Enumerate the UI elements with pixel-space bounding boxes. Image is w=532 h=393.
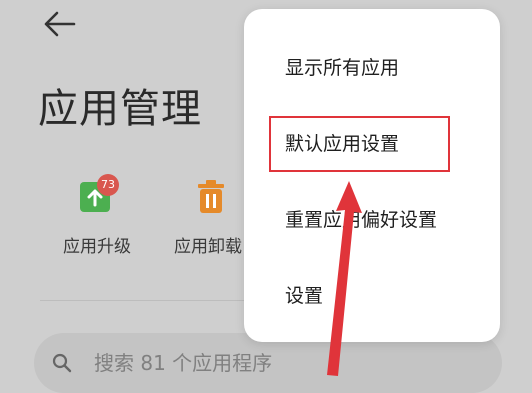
search-input[interactable] [92, 345, 476, 381]
update-count-badge: 73 [97, 174, 119, 196]
upgrade-icon: 73 [72, 172, 122, 222]
menu-item-reset-preferences[interactable]: 重置应用偏好设置 [285, 205, 437, 232]
search-bar[interactable] [34, 333, 502, 393]
trash-icon [186, 172, 236, 222]
highlight-box [269, 116, 450, 172]
search-icon [52, 353, 72, 373]
app-upgrade-button[interactable]: 73 应用升级 [52, 172, 142, 262]
back-arrow-icon[interactable] [40, 8, 80, 40]
page-title: 应用管理 [38, 86, 202, 132]
menu-item-show-all-apps[interactable]: 显示所有应用 [285, 53, 399, 80]
app-uninstall-button[interactable]: 应用卸载 [166, 172, 256, 262]
app-upgrade-label: 应用升级 [63, 237, 131, 257]
overflow-menu: 显示所有应用 默认应用设置 重置应用偏好设置 设置 [244, 9, 500, 342]
menu-item-settings[interactable]: 设置 [285, 281, 323, 308]
